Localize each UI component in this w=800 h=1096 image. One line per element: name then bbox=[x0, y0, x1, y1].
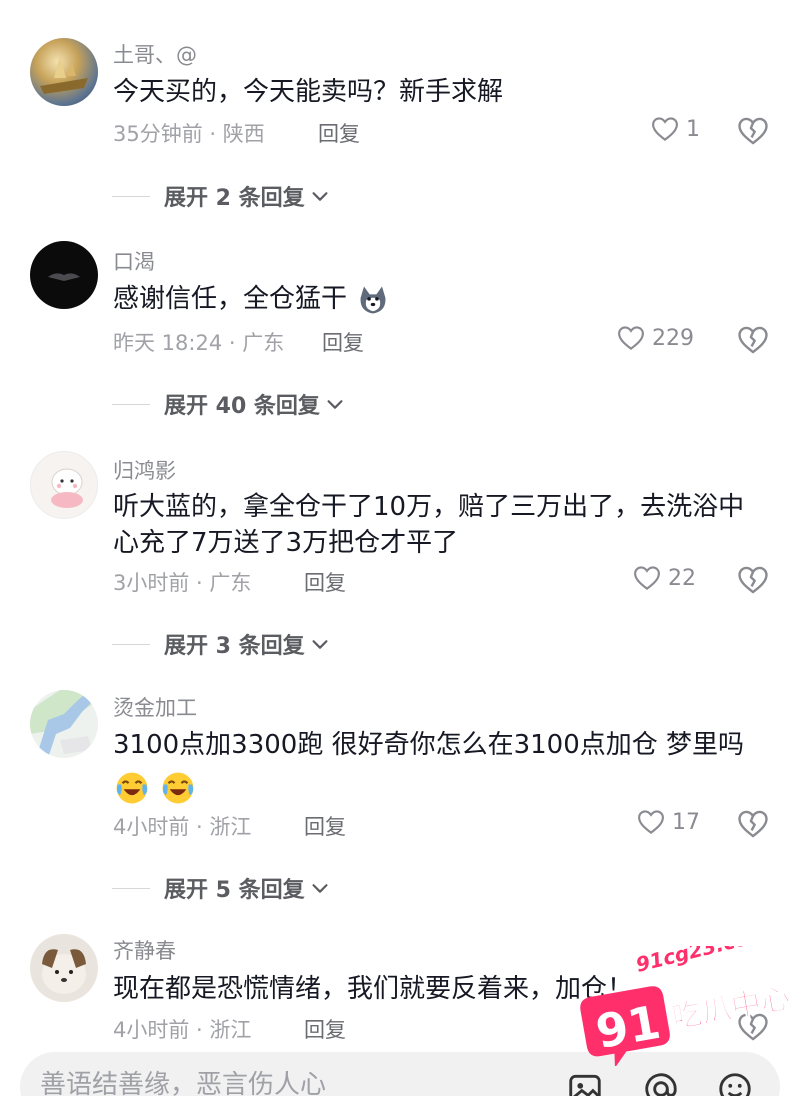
watermark-domain: 91cg23.com bbox=[633, 946, 771, 977]
divider bbox=[112, 195, 150, 197]
expand-label: 展开 40 条回复 bbox=[164, 394, 320, 419]
like-count: 229 bbox=[652, 325, 694, 351]
comment-text-content: 感谢信任，全仓猛干 bbox=[113, 284, 348, 314]
chevron-down-icon bbox=[312, 884, 328, 893]
avatar[interactable] bbox=[30, 451, 98, 519]
reply-button[interactable]: 回复 bbox=[318, 118, 360, 148]
comment-text: 今天买的，今天能卖吗？新手求解 bbox=[113, 77, 504, 107]
avatar[interactable] bbox=[30, 38, 98, 106]
like-count: 1 bbox=[686, 116, 700, 142]
comment-text-content: 3100点加3300跑 很好奇你怎么在3100点加仓 梦里吗 bbox=[113, 730, 745, 760]
image-icon[interactable] bbox=[566, 1070, 604, 1096]
comment-meta: 4小时前 · 浙江 bbox=[113, 1018, 252, 1042]
expand-label: 展开 3 条回复 bbox=[164, 634, 305, 659]
like-count: 22 bbox=[668, 565, 696, 591]
heart-outline-icon bbox=[652, 117, 678, 141]
avatar[interactable] bbox=[30, 690, 98, 758]
broken-heart-icon[interactable] bbox=[736, 563, 770, 597]
laughing-crying-emoji-icon bbox=[162, 772, 194, 804]
comment-text: 听大蓝的，拿全仓干了10万，赔了三万出了，去洗浴中心充了7万送了3万把仓才平了 bbox=[113, 492, 745, 558]
comment-text: 感谢信任，全仓猛干 bbox=[113, 281, 773, 318]
reply-button[interactable]: 回复 bbox=[304, 811, 346, 841]
like-count: 17 bbox=[672, 809, 700, 835]
watermark: 91cg23.com 91 吃瓜中心 bbox=[578, 921, 794, 1068]
expand-label: 展开 5 条回复 bbox=[164, 878, 305, 903]
heart-outline-icon bbox=[618, 326, 644, 350]
comment-meta: 3小时前 · 广东 bbox=[113, 571, 252, 595]
comment-input[interactable] bbox=[40, 1070, 520, 1096]
chevron-down-icon bbox=[327, 400, 343, 409]
avatar[interactable] bbox=[30, 934, 98, 1002]
reply-button[interactable]: 回复 bbox=[304, 1014, 346, 1044]
username[interactable]: 口渴 bbox=[113, 246, 155, 276]
like-button[interactable]: 17 bbox=[636, 807, 700, 837]
divider bbox=[112, 643, 150, 645]
divider bbox=[112, 403, 150, 405]
username[interactable]: 齐静春 bbox=[113, 935, 176, 965]
like-button[interactable]: 22 bbox=[632, 563, 696, 593]
expand-replies[interactable]: 展开 5 条回复 bbox=[112, 872, 331, 904]
smiley-icon[interactable] bbox=[716, 1070, 754, 1096]
username[interactable]: 归鸿影 bbox=[113, 455, 176, 485]
broken-heart-icon[interactable] bbox=[736, 323, 770, 357]
comment-text: 3100点加3300跑 很好奇你怎么在3100点加仓 梦里吗 bbox=[113, 727, 783, 807]
username[interactable]: 土哥、@ bbox=[113, 39, 197, 69]
comment-meta: 35分钟前 · 陕西 bbox=[113, 122, 265, 146]
heart-outline-icon bbox=[638, 810, 664, 834]
laughing-crying-emoji-icon bbox=[116, 772, 148, 804]
comment-meta: 昨天 18:24 · 广东 bbox=[113, 331, 285, 355]
username[interactable]: 烫金加工 bbox=[113, 692, 197, 722]
reply-button[interactable]: 回复 bbox=[304, 567, 346, 597]
husky-emoji-icon bbox=[360, 286, 386, 313]
expand-replies[interactable]: 展开 40 条回复 bbox=[112, 388, 346, 420]
like-button[interactable]: 1 bbox=[650, 114, 700, 144]
watermark-number: 91 bbox=[592, 995, 664, 1059]
expand-label: 展开 2 条回复 bbox=[164, 186, 305, 211]
avatar[interactable] bbox=[30, 241, 98, 309]
chevron-down-icon bbox=[312, 640, 328, 649]
chevron-down-icon bbox=[312, 192, 328, 201]
expand-replies[interactable]: 展开 3 条回复 bbox=[112, 628, 331, 660]
divider bbox=[112, 887, 150, 889]
heart-outline-icon bbox=[634, 566, 660, 590]
at-icon[interactable] bbox=[642, 1070, 680, 1096]
broken-heart-icon[interactable] bbox=[736, 114, 770, 148]
watermark-name: 吃瓜中心 bbox=[669, 981, 788, 1036]
comment-meta: 4小时前 · 浙江 bbox=[113, 815, 252, 839]
broken-heart-icon[interactable] bbox=[736, 807, 770, 841]
expand-replies[interactable]: 展开 2 条回复 bbox=[112, 180, 331, 212]
reply-button[interactable]: 回复 bbox=[322, 327, 364, 357]
like-button[interactable]: 229 bbox=[616, 323, 694, 353]
